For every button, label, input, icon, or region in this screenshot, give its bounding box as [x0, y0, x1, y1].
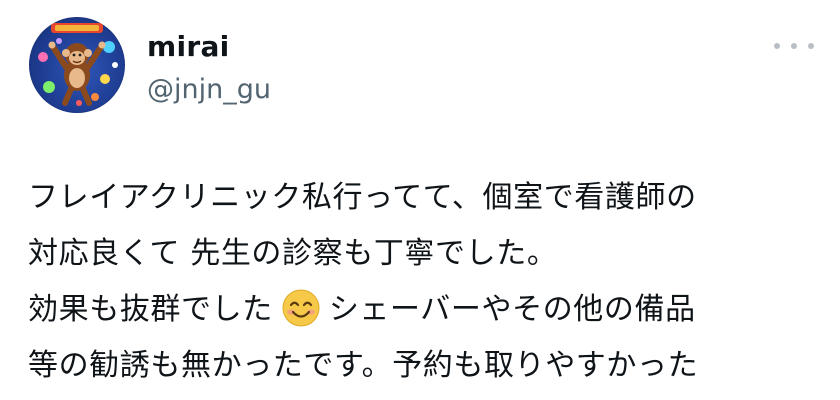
user-avatar[interactable] [29, 17, 125, 113]
user-display-name[interactable]: mirai [147, 30, 230, 63]
monkey-character-avatar [38, 23, 118, 106]
tweet-text-line: 効果も抜群でした シェーバーやその他の備品 [28, 282, 828, 338]
tweet-text-segment: シェーバーやその他の備品 [328, 292, 696, 327]
tweet-text-line: フレイアクリニック私行ってて、個室で看護師の [28, 180, 697, 215]
tweet-text-line: 等の勧誘も無かったです。予約も取りやすかった [28, 348, 699, 383]
tweet-text-segment: 効果も抜群でした [28, 292, 273, 327]
tweet-text-line: 対応良くて 先生の診察も丁寧でした。 [28, 236, 558, 271]
ellipsis-horizontal-icon [774, 43, 780, 49]
more-options-button[interactable] [774, 34, 814, 58]
tweet-card: mirai @jnjn_gu フレイアクリニック私行ってて、個室で看護師の 対応… [0, 0, 840, 400]
smiling-face-icon [281, 288, 321, 328]
user-handle[interactable]: @jnjn_gu [147, 74, 271, 105]
tweet-text: フレイアクリニック私行ってて、個室で看護師の 対応良くて 先生の診察も丁寧でした… [28, 170, 828, 394]
